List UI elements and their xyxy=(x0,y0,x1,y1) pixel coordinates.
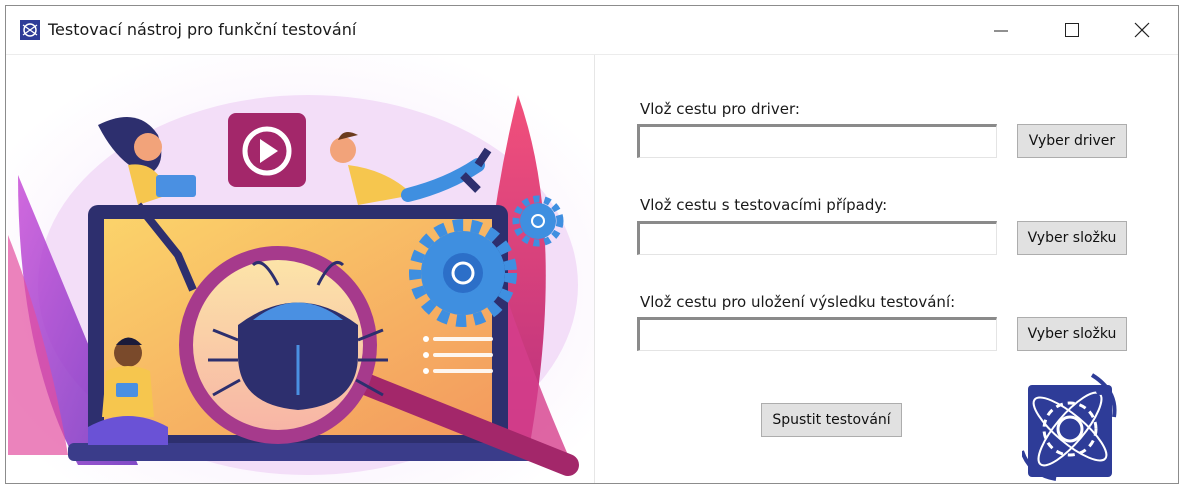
app-logo-icon xyxy=(20,20,40,40)
main-content: Vlož cestu pro driver: Vyber driver Vlož… xyxy=(6,55,1178,483)
maximize-button[interactable] xyxy=(1042,6,1102,54)
run-tests-button[interactable]: Spustit testování xyxy=(761,403,902,437)
title-bar: Testovací nástroj pro funkční testování xyxy=(6,6,1178,55)
bug-testing-illustration xyxy=(8,55,595,483)
close-icon xyxy=(1134,22,1150,38)
minimize-icon xyxy=(994,30,1008,32)
results-path-label: Vlož cestu pro uložení výsledku testován… xyxy=(640,293,956,311)
testcases-path-label: Vlož cestu s testovacími případy: xyxy=(640,196,888,214)
close-button[interactable] xyxy=(1112,6,1172,54)
choose-results-folder-button[interactable]: Vyber složku xyxy=(1017,317,1127,351)
testcases-path-input[interactable] xyxy=(637,221,997,255)
choose-testcases-folder-button[interactable]: Vyber složku xyxy=(1017,221,1127,255)
minimize-button[interactable] xyxy=(971,6,1031,54)
choose-driver-button[interactable]: Vyber driver xyxy=(1017,124,1127,158)
driver-path-input[interactable] xyxy=(637,124,997,158)
maximize-icon xyxy=(1065,23,1079,37)
university-gear-atom-logo xyxy=(1022,373,1117,481)
driver-path-label: Vlož cestu pro driver: xyxy=(640,100,800,118)
window-title: Testovací nástroj pro funkční testování xyxy=(48,20,357,39)
results-path-input[interactable] xyxy=(637,317,997,351)
app-window: Testovací nástroj pro funkční testování xyxy=(5,5,1179,484)
